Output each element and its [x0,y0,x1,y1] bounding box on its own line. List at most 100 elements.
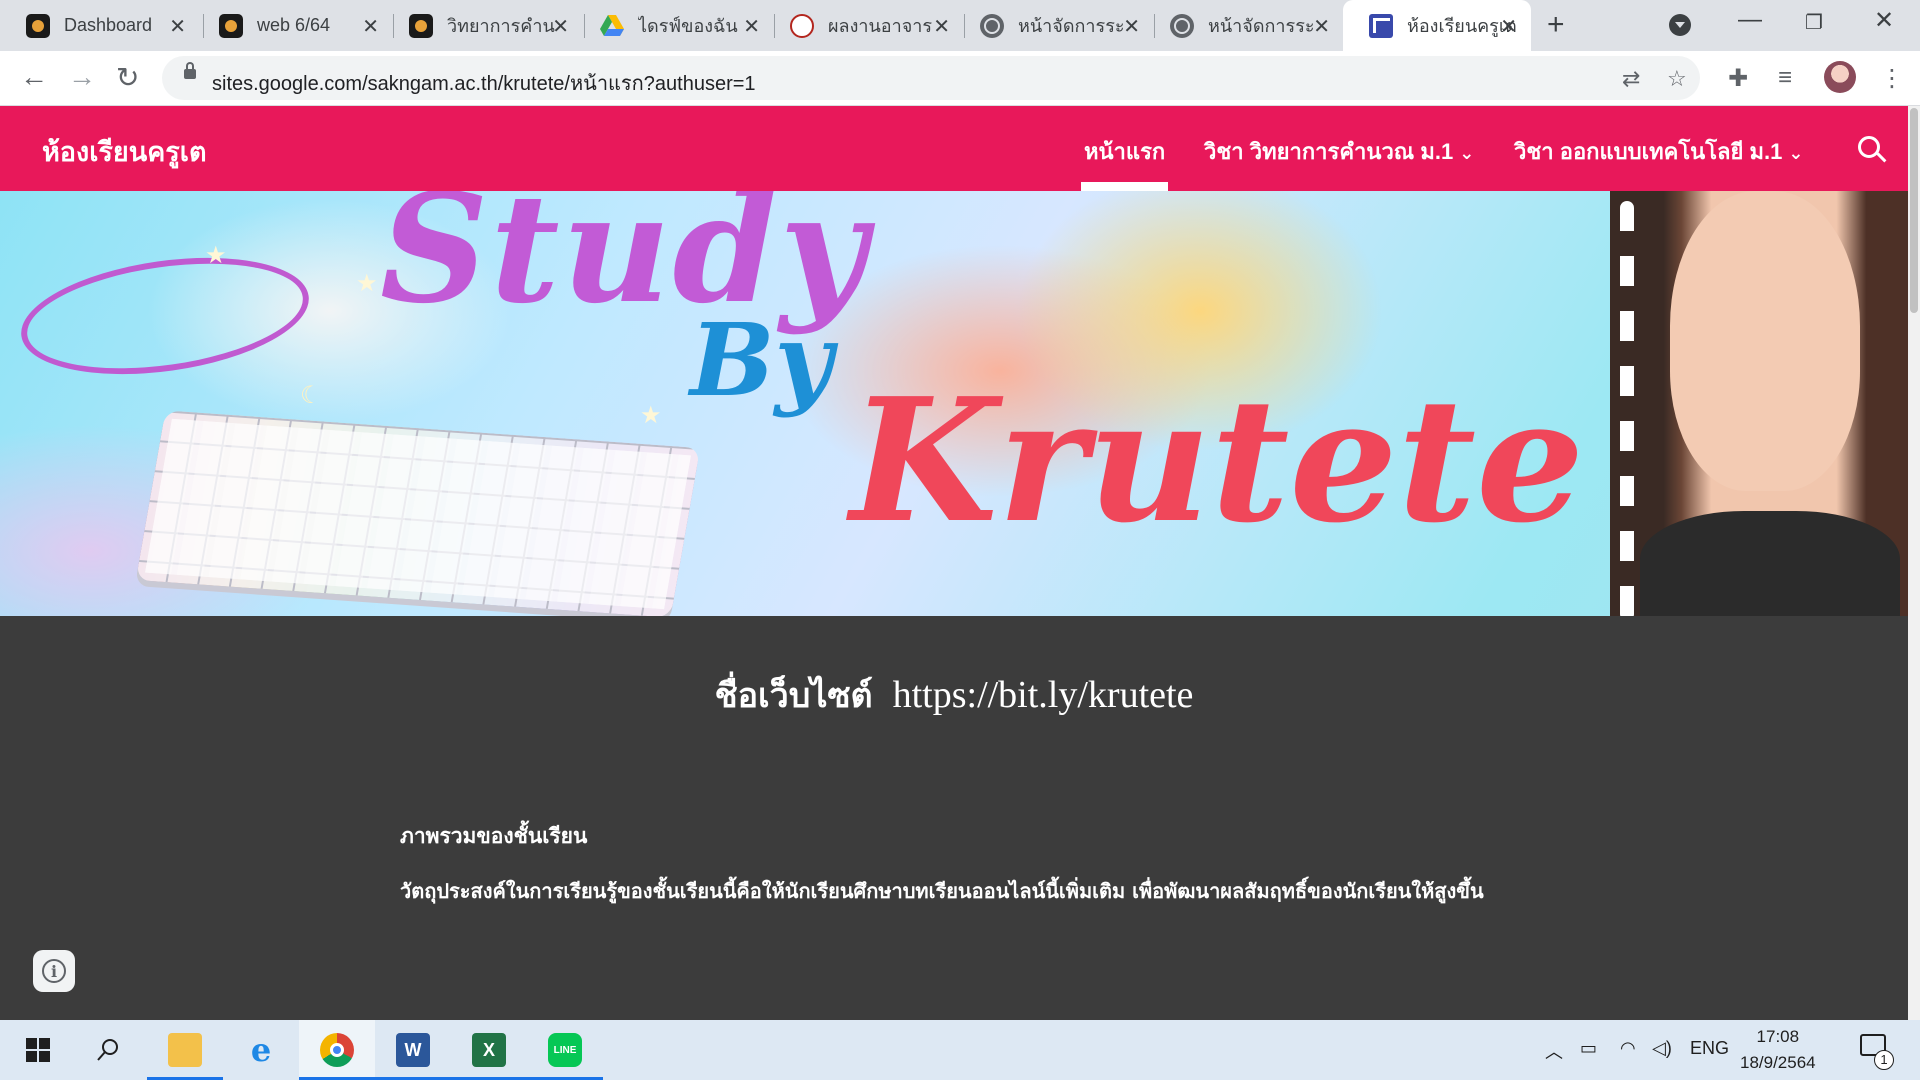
volume-icon[interactable]: ◁) [1652,1038,1672,1059]
section-body: วัตถุประสงค์ในการเรียนรู้ของชั้นเรียนนี้… [400,879,1484,903]
nav-label: วิชา ออกแบบเทคโนโลยี ม.1 [1514,139,1783,164]
new-tab-icon[interactable]: + [1547,8,1565,42]
word-icon: W [396,1033,430,1067]
excel-icon: X [472,1033,506,1067]
extensions-icon[interactable]: ✚ [1728,64,1748,93]
search-icon[interactable] [1858,136,1880,158]
close-icon[interactable]: ✕ [933,14,950,39]
close-icon[interactable]: ✕ [1500,14,1517,39]
url-text[interactable]: sites.google.com/sakngam.ac.th/krutete/ห… [212,67,756,99]
main-content: ชื่อเว็บไซต์ https://bit.ly/krutete ภาพรว… [0,616,1908,1020]
browser-tab[interactable]: หน้าจัดการระ ✕ [1144,0,1344,51]
show-hidden-icons-chevron-icon[interactable]: ︿ [1545,1038,1563,1064]
page-headline: ชื่อเว็บไซต์ https://bit.ly/krutete [0,668,1908,722]
star-icon: ★ [205,242,227,269]
globe-icon [1170,13,1194,38]
chrome-icon [320,1033,354,1067]
globe-icon [980,13,1004,38]
browser-tab-active[interactable]: ห้องเรียนครูเต ✕ [1343,0,1531,51]
banner-text-krutete: Krutete [850,361,1585,561]
info-icon: i [42,959,66,983]
nav-item-home[interactable]: หน้าแรก [1084,134,1165,169]
address-bar[interactable]: sites.google.com/sakngam.ac.th/krutete/ห… [162,56,1700,100]
clock-date: 18/9/2564 [1740,1053,1816,1072]
windows-logo-icon [26,1038,50,1062]
nav-item-computing[interactable]: วิชา วิทยาการคำนวณ ม.1 ⌄ [1204,134,1474,169]
certificate-icon [790,13,814,38]
media-control-icon[interactable]: ≡ [1778,64,1792,92]
tab-label: หน้าจัดการระ [1208,16,1315,36]
browser-tab[interactable]: web 6/64 ✕ [193,0,393,51]
close-icon[interactable]: ✕ [1313,14,1330,39]
section-title: ภาพรวมของชั้นเรียน [400,824,588,848]
window-close-icon[interactable]: ✕ [1874,6,1894,35]
headline-label: ชื่อเว็บไซต์ [714,676,873,716]
windows-taskbar: e W X LINE ︿ ▭ ◠ ◁) ENG 17:08 18/9/2564 … [0,1020,1920,1080]
tab-label: Dashboard [64,15,153,35]
tab-label: ผลงานอาจาร [828,16,933,36]
chevron-down-icon: ⌄ [1788,143,1804,163]
close-icon[interactable]: ✕ [552,14,569,39]
forward-icon[interactable]: → [68,61,96,93]
close-icon[interactable]: ✕ [169,14,186,39]
taskbar-word[interactable]: W [375,1020,451,1080]
site-title[interactable]: ห้องเรียนครูเต [42,130,207,173]
search-icon [97,1039,118,1061]
folder-icon [168,1033,202,1067]
browser-tab[interactable]: ไดรฟ์ของฉัน ✕ [574,0,774,51]
clock-time: 17:08 [1756,1027,1800,1046]
decorative-dashed-line [1620,201,1634,616]
bookmark-star-icon[interactable]: ☆ [1667,66,1687,92]
teacher-portrait [1610,191,1908,616]
reload-icon[interactable]: ↻ [116,61,139,94]
tab-label: ไดรฟ์ของฉัน [638,16,738,36]
nav-label: หน้าแรก [1084,139,1166,164]
tab-label: web 6/64 [257,15,331,35]
site-info-button[interactable]: i [33,950,75,992]
browser-tab[interactable]: หน้าจัดการระ ✕ [954,0,1154,51]
star-icon: ★ [356,270,378,297]
browser-tab[interactable]: ผลงานอาจาร ✕ [764,0,964,51]
nav-item-design-tech[interactable]: วิชา ออกแบบเทคโนโลยี ม.1 ⌄ [1514,134,1803,169]
battery-icon[interactable]: ▭ [1580,1038,1597,1059]
browser-tab-strip: Dashboard ✕ web 6/64 ✕ วิทยาการคำน ✕ ไดร… [0,0,1920,51]
banner-text-by: By [690,301,833,419]
taskbar-excel[interactable]: X [451,1020,527,1080]
back-icon[interactable]: ← [20,61,48,93]
restore-icon[interactable]: ❐ [1805,10,1823,35]
banner-image: ★ ★ ★ ☾ Study By Krutete [0,191,1908,616]
line-app-icon: LINE [548,1033,582,1067]
browser-tab[interactable]: Dashboard ✕ [0,0,200,51]
close-icon[interactable]: ✕ [743,14,760,39]
site-header: ห้องเรียนครูเต หน้าแรก วิชา วิทยาการคำนว… [0,106,1908,191]
language-indicator[interactable]: ENG [1690,1038,1729,1059]
translate-icon[interactable]: ⇄ [1622,66,1640,92]
taskbar-internet-explorer[interactable]: e [223,1020,299,1080]
taskbar-file-explorer[interactable] [147,1020,223,1080]
start-button[interactable] [0,1020,76,1080]
internet-explorer-icon: e [250,1031,272,1069]
star-icon: ★ [640,402,662,429]
rgb-keyboard-illustration [135,410,701,616]
taskbar-line[interactable]: LINE [527,1020,603,1080]
dark-app-icon [409,13,433,38]
taskbar-chrome[interactable] [299,1020,375,1080]
scrollbar-thumb[interactable] [1910,108,1918,313]
nav-label: วิชา วิทยาการคำนวณ ม.1 [1204,139,1454,164]
taskbar-search-button[interactable] [70,1020,146,1080]
notification-count-badge: 1 [1874,1050,1894,1070]
dark-app-icon [26,13,50,38]
headline-link[interactable]: https://bit.ly/krutete [893,674,1194,716]
system-clock[interactable]: 17:08 18/9/2564 [1740,1024,1816,1076]
browser-toolbar: ← → ↻ sites.google.com/sakngam.ac.th/kru… [0,51,1920,106]
tab-search-icon[interactable] [1669,14,1691,36]
menu-icon[interactable]: ⋮ [1880,64,1904,93]
minimize-icon[interactable]: — [1738,6,1762,34]
browser-tab[interactable]: วิทยาการคำน ✕ [383,0,583,51]
tab-label: วิทยาการคำน [447,16,555,36]
wifi-icon[interactable]: ◠ [1620,1038,1636,1059]
close-icon[interactable]: ✕ [1123,14,1140,39]
close-icon[interactable]: ✕ [362,14,379,39]
profile-avatar[interactable] [1824,61,1856,93]
tab-label: หน้าจัดการระ [1018,16,1125,36]
